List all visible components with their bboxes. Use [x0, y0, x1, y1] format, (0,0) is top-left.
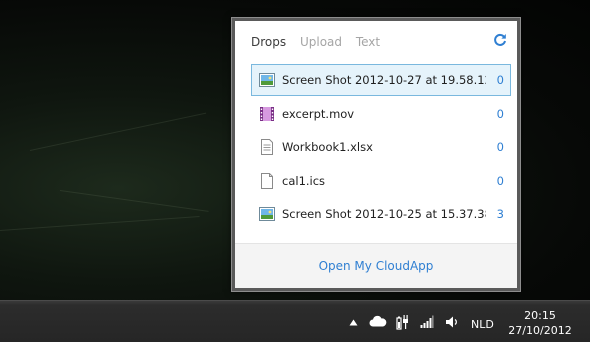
taskbar: NLD 20:15 27/10/2012 — [0, 300, 590, 342]
cloudapp-cloud-icon[interactable] — [369, 315, 387, 327]
power-battery-icon[interactable] — [396, 314, 410, 330]
drops-list: Screen Shot 2012-10-27 at 19.58.12.png 0… — [251, 64, 511, 232]
clock-date: 27/10/2012 — [508, 324, 572, 337]
cloudapp-popup: Drops Upload Text Screen Shot 2012-10-27… — [231, 17, 521, 292]
item-view-count: 0 — [496, 140, 504, 155]
input-language-indicator[interactable]: NLD — [471, 318, 494, 331]
refresh-icon[interactable] — [493, 33, 507, 47]
list-item[interactable]: Screen Shot 2012-10-25 at 15.37.38.png 3 — [251, 198, 511, 230]
video-file-icon — [260, 106, 274, 121]
system-clock[interactable]: 20:15 27/10/2012 — [500, 308, 580, 338]
tab-drops[interactable]: Drops — [251, 35, 286, 49]
image-file-icon — [259, 73, 275, 87]
volume-icon[interactable] — [445, 315, 459, 329]
item-name: Screen Shot 2012-10-27 at 19.58.12.png — [282, 73, 486, 87]
background-branch — [59, 190, 209, 212]
tab-bar: Drops Upload Text — [251, 35, 390, 49]
item-view-count: 0 — [496, 173, 504, 188]
popup-footer: Open My CloudApp — [235, 243, 517, 288]
item-name: cal1.ics — [282, 173, 326, 188]
item-view-count: 0 — [496, 73, 504, 87]
clock-time: 20:15 — [524, 309, 556, 322]
item-view-count: 3 — [496, 207, 504, 222]
popup-panel: Drops Upload Text Screen Shot 2012-10-27… — [235, 21, 517, 288]
open-my-cloudapp-link[interactable]: Open My CloudApp — [319, 259, 434, 273]
document-file-icon — [261, 139, 273, 156]
network-signal-icon[interactable] — [420, 315, 434, 328]
blank-file-icon — [261, 172, 273, 189]
list-item[interactable]: cal1.ics 0 — [251, 165, 511, 197]
list-item[interactable]: Screen Shot 2012-10-27 at 19.58.12.png 0 — [251, 64, 511, 96]
item-name: Workbook1.xlsx — [282, 140, 373, 155]
background-branch — [0, 216, 200, 231]
item-name: Screen Shot 2012-10-25 at 15.37.38.png — [282, 207, 486, 222]
list-item[interactable]: excerpt.mov 0 — [251, 98, 511, 130]
tab-upload[interactable]: Upload — [300, 35, 342, 49]
show-hidden-icons-arrow[interactable] — [349, 319, 358, 326]
list-item[interactable]: Workbook1.xlsx 0 — [251, 131, 511, 163]
item-name: excerpt.mov — [282, 106, 355, 121]
item-view-count: 0 — [496, 106, 504, 121]
tab-text[interactable]: Text — [356, 35, 380, 49]
background-branch — [29, 112, 207, 151]
image-file-icon — [259, 207, 275, 222]
